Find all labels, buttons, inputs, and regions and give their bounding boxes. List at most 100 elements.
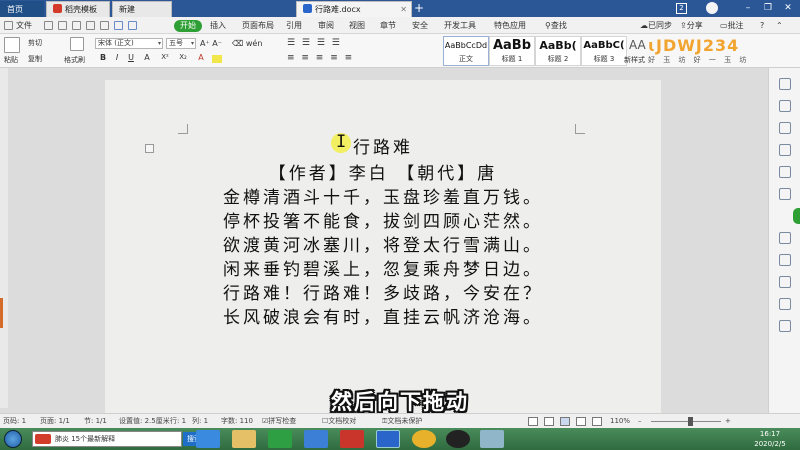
view-full-icon[interactable] xyxy=(544,417,554,426)
align-icon[interactable]: ≡ ≡ ≡ ≡ ≡ xyxy=(287,53,354,63)
start-button[interactable] xyxy=(4,430,22,448)
format-painter-button[interactable]: 格式刷 xyxy=(64,55,85,65)
store-icon[interactable] xyxy=(268,430,292,448)
backup-icon[interactable] xyxy=(779,232,791,244)
style-heading-3[interactable]: AaBbC( 标题 3 xyxy=(581,36,627,66)
menu-references[interactable]: 引用 xyxy=(286,17,302,34)
collapse-ribbon-icon[interactable]: ⌃ xyxy=(776,17,783,34)
font-color-button[interactable]: A xyxy=(196,53,206,62)
undo-icon[interactable] xyxy=(114,21,123,30)
maximize-icon[interactable]: ❐ xyxy=(760,2,776,15)
new-style-icon[interactable]: AA xyxy=(629,38,646,52)
save-icon[interactable] xyxy=(72,21,81,30)
document-page[interactable]: 行路难 I 【作者】李白 【朝代】唐 金樽清酒斗十千，玉盘珍羞直万钱。 停杯投箸… xyxy=(105,80,661,413)
status-words[interactable]: 字数: 110 xyxy=(221,414,253,429)
menu-review[interactable]: 审阅 xyxy=(318,17,334,34)
menu-page-layout[interactable]: 页面布局 xyxy=(242,17,274,34)
left-panel-handle[interactable] xyxy=(0,298,3,328)
zoom-out-icon[interactable]: – xyxy=(638,414,642,429)
zoom-in-icon[interactable]: + xyxy=(725,414,731,429)
new-style-button[interactable]: 新样式 xyxy=(624,55,645,65)
copy-button[interactable]: 复制 xyxy=(28,54,42,64)
tab-new[interactable]: 新建 xyxy=(112,1,172,17)
avatar[interactable] xyxy=(706,2,718,14)
style-icon[interactable] xyxy=(779,122,791,134)
zoom-slider[interactable] xyxy=(651,421,721,422)
taskbar-search[interactable]: 肺炎 15个最新解释 搜索一下 xyxy=(32,431,219,447)
document-area[interactable]: 行路难 I 【作者】李白 【朝代】唐 金樽清酒斗十千，玉盘珍羞直万钱。 停杯投箸… xyxy=(8,68,768,413)
redo-icon[interactable] xyxy=(128,21,137,30)
zoom-slider-thumb[interactable] xyxy=(687,417,693,426)
close-tab-icon[interactable]: ✕ xyxy=(400,2,407,18)
app-misc-icon[interactable] xyxy=(480,430,504,448)
menu-developer[interactable]: 开发工具 xyxy=(444,17,476,34)
properties-icon[interactable] xyxy=(779,166,791,178)
search-menu[interactable]: ⚲查找 xyxy=(545,17,567,34)
cloud-drive-icon[interactable] xyxy=(304,430,328,448)
recorder-icon[interactable] xyxy=(446,430,470,448)
poem-line[interactable]: 行路难！行路难！多歧路，今安在？ xyxy=(105,282,661,306)
status-pages[interactable]: 页面: 1/1 xyxy=(40,414,70,429)
spell-check-toggle[interactable]: ☑拼写检查 xyxy=(262,414,296,429)
notification-badge[interactable]: 2 xyxy=(676,3,687,14)
help-panel-icon[interactable] xyxy=(779,298,791,310)
menu-security[interactable]: 安全 xyxy=(412,17,428,34)
new-icon[interactable] xyxy=(779,78,791,90)
subscript-button[interactable]: X₂ xyxy=(176,53,190,61)
poem-line[interactable]: 金樽清酒斗十千，玉盘珍羞直万钱。 xyxy=(105,186,661,210)
menu-view[interactable]: 视图 xyxy=(349,17,365,34)
format-painter-icon[interactable] xyxy=(70,37,84,51)
chrome-icon[interactable] xyxy=(412,430,436,448)
protect-status[interactable]: ⚿文档未保护 xyxy=(382,414,422,429)
wps-writer-icon[interactable] xyxy=(376,430,400,448)
view-page-icon[interactable] xyxy=(560,417,570,426)
tab-home[interactable]: 首页 xyxy=(0,1,44,17)
new-doc-icon[interactable] xyxy=(44,21,53,30)
poem-title[interactable]: 行路难 xyxy=(105,136,661,160)
highlight-icon[interactable] xyxy=(212,55,222,63)
zoom-level[interactable]: 110% xyxy=(610,414,630,429)
poem-line[interactable]: 闲来垂钓碧溪上，忽复乘舟梦日边。 xyxy=(105,258,661,282)
help-icon[interactable]: ? xyxy=(760,17,764,34)
view-eye-icon[interactable] xyxy=(528,417,538,426)
minimize-icon[interactable]: – xyxy=(740,2,756,15)
poem-line[interactable]: 欲渡黄河冰塞川，将登太行雪满山。 xyxy=(105,234,661,258)
style-heading-1[interactable]: AaBb 标题 1 xyxy=(489,36,535,66)
view-outline-icon[interactable] xyxy=(576,417,586,426)
open-icon[interactable] xyxy=(58,21,67,30)
shape-icon[interactable] xyxy=(779,144,791,156)
app-red-icon[interactable] xyxy=(340,430,364,448)
side-panel-toggle[interactable] xyxy=(793,208,800,224)
poem-line[interactable]: 停杯投箸不能食，拔剑四顾心茫然。 xyxy=(105,210,661,234)
style-normal[interactable]: AaBbCcDd 正文 xyxy=(443,36,489,66)
print-icon[interactable] xyxy=(86,21,95,30)
comment-button[interactable]: ▭批注 xyxy=(720,17,744,34)
close-window-icon[interactable]: ✕ xyxy=(780,2,796,15)
sync-status[interactable]: ☁已同步 xyxy=(640,17,672,34)
system-clock[interactable]: 16:17 2020/2/5 xyxy=(740,429,800,449)
paste-button[interactable]: 粘贴 xyxy=(4,55,18,65)
clear-format-icon[interactable]: ⌫ wén xyxy=(232,39,262,48)
font-size-select[interactable]: 五号 ▾ xyxy=(166,38,196,49)
menu-special[interactable]: 特色应用 xyxy=(494,17,526,34)
paste-icon[interactable] xyxy=(4,37,20,53)
author-line[interactable]: 【作者】李白 【朝代】唐 xyxy=(105,162,661,186)
menu-hamburger-icon[interactable] xyxy=(4,21,13,30)
menu-file[interactable]: 文件 xyxy=(16,17,32,34)
menu-insert[interactable]: 插入 xyxy=(210,17,226,34)
select-icon[interactable] xyxy=(779,100,791,112)
grow-font-button[interactable]: A⁺ A⁻ xyxy=(200,39,222,48)
strikethrough-button[interactable]: A xyxy=(142,53,152,62)
tab-document[interactable]: 行路难.docx ✕ xyxy=(296,1,412,17)
share-button[interactable]: ⇪分享 xyxy=(680,17,703,34)
superscript-button[interactable]: X² xyxy=(158,53,172,61)
menu-chapter[interactable]: 章节 xyxy=(380,17,396,34)
poem-line[interactable]: 长风破浪会有时，直挂云帆济沧海。 xyxy=(105,306,661,330)
file-explorer-icon[interactable] xyxy=(232,430,256,448)
underline-button[interactable]: U xyxy=(126,53,136,62)
italic-button[interactable]: I xyxy=(112,53,122,62)
menu-start[interactable]: 开始 xyxy=(174,20,202,32)
tab-docer[interactable]: 稻壳模板 xyxy=(46,1,110,17)
expand-panel-icon[interactable] xyxy=(779,320,791,332)
share-panel-icon[interactable] xyxy=(779,276,791,288)
